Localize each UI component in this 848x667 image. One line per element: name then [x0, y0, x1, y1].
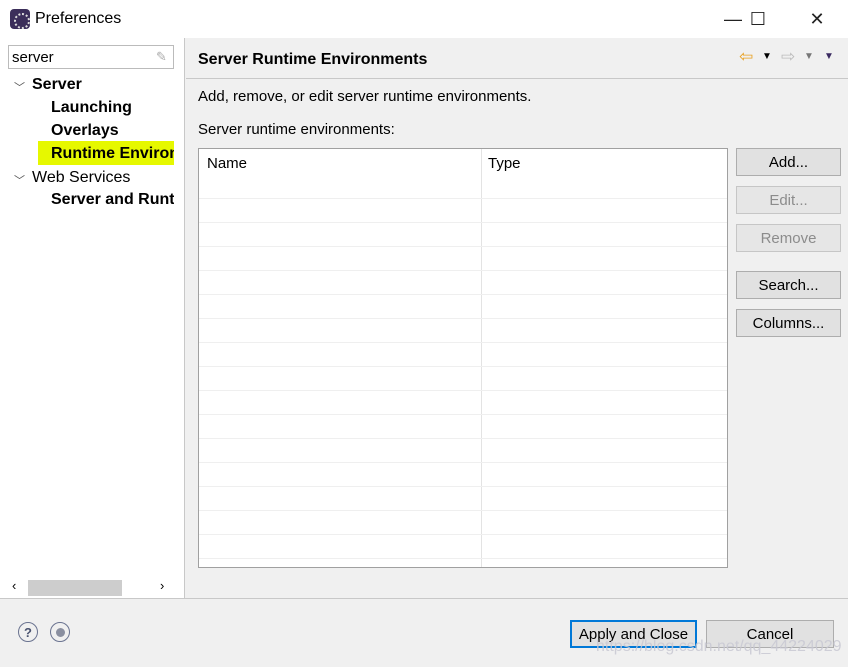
help-icon[interactable]: ?: [18, 622, 38, 642]
table-row-line: [199, 366, 727, 367]
table-row-line: [199, 390, 727, 391]
tree-item-web-services[interactable]: Web Services: [32, 169, 130, 187]
column-header-type[interactable]: Type: [488, 155, 521, 172]
maximize-button[interactable]: ☐: [735, 4, 781, 34]
tree-item-overlays[interactable]: Overlays: [51, 122, 119, 140]
table-row-line: [199, 294, 727, 295]
eclipse-app-icon: [10, 9, 30, 29]
chevron-down-icon[interactable]: ﹀: [14, 79, 25, 95]
horizontal-scrollbar[interactable]: ‹ ›: [8, 578, 174, 596]
table-row-line: [199, 198, 727, 199]
table-row-line: [199, 486, 727, 487]
table-row-line: [199, 246, 727, 247]
forward-arrow-icon[interactable]: ⇨: [781, 47, 795, 67]
table-row-line: [199, 318, 727, 319]
tree-item-runtime-environments[interactable]: Runtime Environ: [51, 145, 174, 163]
scrollbar-thumb[interactable]: [28, 580, 122, 596]
table-row-line: [199, 342, 727, 343]
columns-button[interactable]: Columns...: [736, 309, 841, 337]
table-row-line: [199, 534, 727, 535]
table-row-line: [199, 414, 727, 415]
table-row-line: [199, 558, 727, 559]
scroll-left-icon[interactable]: ‹: [12, 578, 16, 593]
footer-divider: [0, 598, 848, 599]
add-button[interactable]: Add...: [736, 148, 841, 176]
edit-button[interactable]: Edit...: [736, 186, 841, 214]
page-description: Add, remove, or edit server runtime envi…: [198, 88, 532, 105]
back-arrow-icon[interactable]: ⇦: [739, 47, 753, 67]
page-header: Server Runtime Environments ⇦ ▼ ⇨ ▼ ▼: [186, 38, 848, 79]
runtime-environments-table[interactable]: Name Type: [198, 148, 728, 568]
table-row-line: [199, 270, 727, 271]
title-bar: Preferences — ☐ ✕: [0, 0, 848, 38]
column-divider[interactable]: [481, 149, 482, 567]
remove-button[interactable]: Remove: [736, 224, 841, 252]
column-header-name[interactable]: Name: [207, 155, 247, 172]
tree-item-launching[interactable]: Launching: [51, 99, 132, 117]
chevron-down-icon[interactable]: ﹀: [14, 172, 25, 188]
clear-filter-icon[interactable]: ✎: [156, 49, 167, 65]
view-menu-icon[interactable]: ▼: [824, 51, 834, 62]
table-row-line: [199, 462, 727, 463]
tree-item-server[interactable]: Server: [32, 76, 82, 94]
scroll-right-icon[interactable]: ›: [160, 578, 164, 593]
close-button[interactable]: ✕: [794, 4, 840, 34]
table-row-line: [199, 438, 727, 439]
window-title: Preferences: [35, 10, 122, 27]
search-button[interactable]: Search...: [736, 271, 841, 299]
watermark: https://blog.csdn.net/qq_44224029: [596, 638, 842, 655]
forward-menu-icon[interactable]: ▼: [804, 51, 814, 62]
back-menu-icon[interactable]: ▼: [762, 51, 772, 62]
list-label: Server runtime environments:: [198, 121, 395, 138]
table-row-line: [199, 510, 727, 511]
tree-item-server-and-runtime[interactable]: Server and Runti: [51, 191, 174, 209]
record-icon[interactable]: [50, 622, 70, 642]
filter-input[interactable]: [8, 45, 174, 69]
table-row-line: [199, 222, 727, 223]
preferences-tree-panel: ✎ ﹀ Server Launching Overlays Runtime En…: [0, 38, 185, 598]
page-title: Server Runtime Environments: [198, 51, 428, 68]
